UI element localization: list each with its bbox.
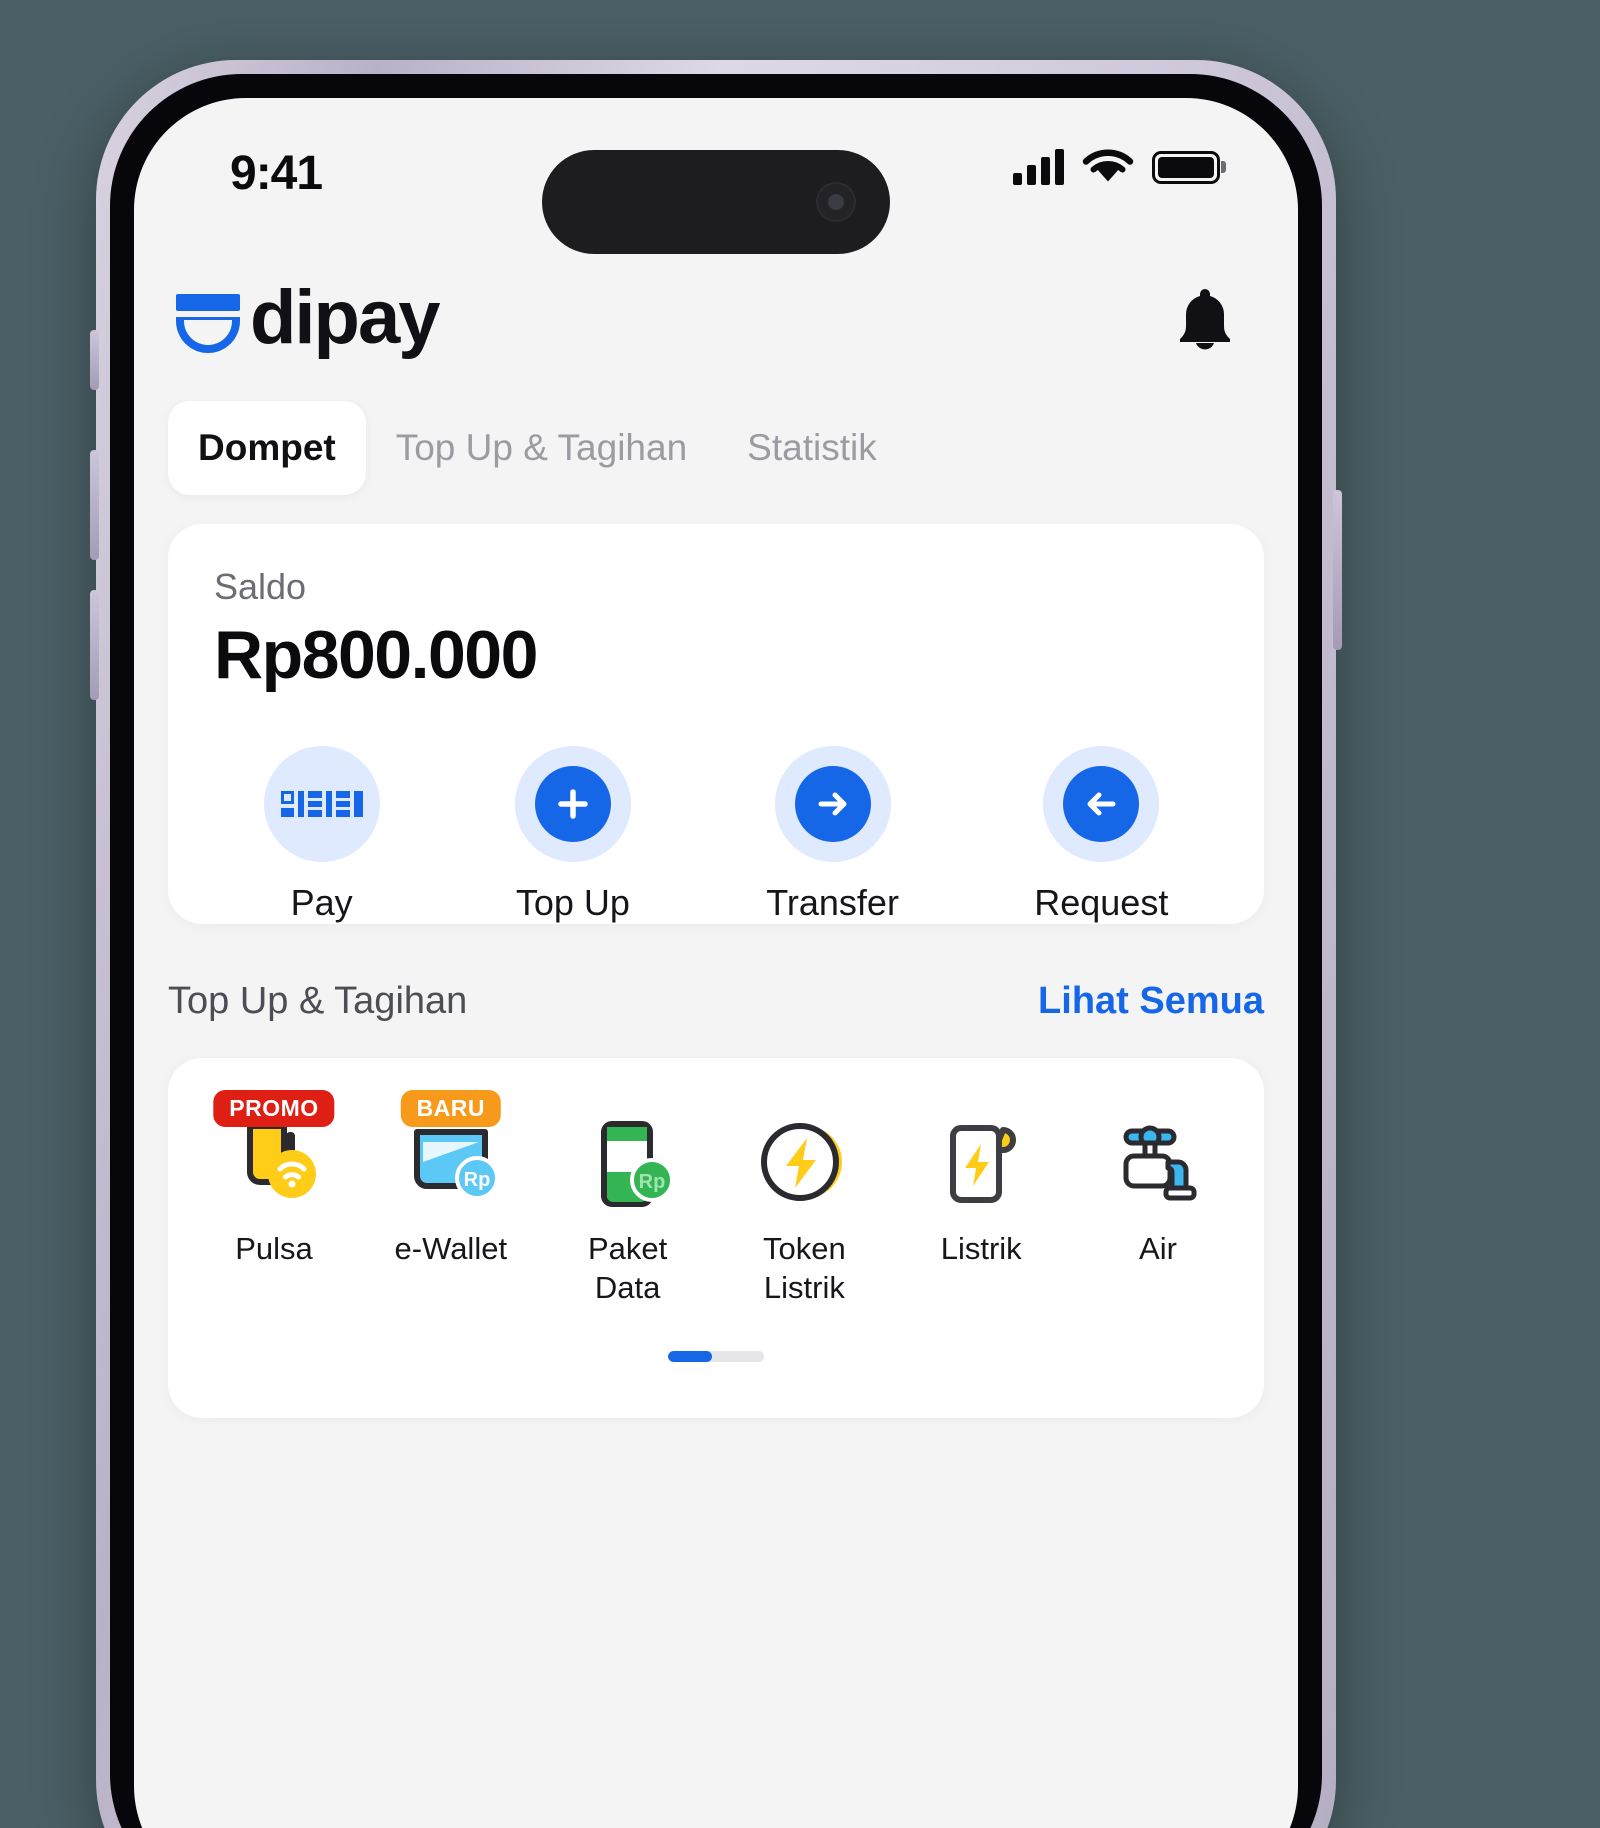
service-label: Paket Data (587, 1231, 668, 1305)
action-label: Top Up (515, 882, 630, 923)
action-topup[interactable]: Top Up (514, 746, 631, 924)
water-tap-icon (1106, 1112, 1210, 1216)
see-all-link[interactable]: Lihat Semua (1038, 980, 1264, 1023)
dynamic-island (542, 150, 890, 254)
service-label: Air (1139, 1231, 1177, 1266)
carousel-page-indicator[interactable] (668, 1351, 764, 1362)
services-card: PROMO Pulsa BARU Rp e-Wallet Rp Paket Da… (168, 1058, 1264, 1418)
volume-up-button[interactable] (90, 450, 99, 560)
section-title: Top Up & Tagihan (168, 979, 468, 1022)
volume-down-button[interactable] (90, 590, 99, 700)
service-label: e-Wallet (394, 1231, 508, 1266)
transfer-icon-badge (794, 766, 871, 842)
phone-data-icon: Rp (576, 1112, 680, 1216)
topup-icon-circle (514, 746, 631, 862)
balance-amount: Rp800.000 (214, 617, 538, 693)
wallet-rupiah-icon: Rp (399, 1112, 503, 1216)
front-camera-icon (816, 182, 856, 222)
battery-icon (1152, 150, 1220, 184)
qris-icon (280, 791, 363, 817)
action-label: Request (1034, 882, 1169, 923)
transfer-icon-circle (774, 746, 891, 862)
service-label: Pulsa (235, 1231, 313, 1266)
screenshot-root: 9:41 dipay Dompet Top Up & Tagihan Stati… (0, 0, 1600, 1828)
baru-badge: BARU (400, 1090, 502, 1127)
action-label: Transfer (766, 882, 899, 923)
action-pay[interactable]: Pay (263, 746, 380, 924)
bell-icon[interactable] (1174, 285, 1236, 351)
service-item-pulsa[interactable]: PROMO Pulsa (200, 1090, 348, 1308)
tab-bar: Dompet Top Up & Tagihan Statistik (168, 398, 1264, 498)
brand-logo: dipay (170, 275, 440, 360)
phone-signal-icon (222, 1112, 326, 1216)
tab-statistik[interactable]: Statistik (717, 401, 907, 495)
service-item-air[interactable]: Air (1084, 1094, 1232, 1308)
service-item-listrik[interactable]: Listrik (907, 1094, 1055, 1308)
balance-label: Saldo (214, 566, 307, 607)
plus-icon (558, 789, 588, 819)
power-button[interactable] (1333, 490, 1342, 650)
action-transfer[interactable]: Transfer (766, 746, 899, 924)
arrow-left-icon (1087, 792, 1116, 816)
service-label: Token Listrik (763, 1231, 846, 1305)
action-label: Pay (290, 882, 353, 923)
topup-icon-badge (534, 766, 611, 842)
tab-topup-tagihan[interactable]: Top Up & Tagihan (366, 401, 717, 495)
tab-dompet[interactable]: Dompet (168, 401, 366, 495)
dipay-logo-icon (176, 294, 240, 353)
electric-token-icon (752, 1112, 856, 1216)
svg-text:Rp: Rp (463, 1169, 490, 1191)
service-item-ewallet[interactable]: BARU Rp e-Wallet (377, 1090, 525, 1308)
status-indicators (1013, 148, 1220, 186)
action-request[interactable]: Request (1034, 746, 1168, 924)
electric-bill-icon (929, 1112, 1033, 1216)
mute-switch[interactable] (90, 330, 99, 390)
arrow-right-icon (818, 792, 847, 816)
quick-actions: Pay Top Up Transfer Request (168, 746, 1264, 924)
wifi-icon (1082, 149, 1134, 182)
pay-icon-circle (263, 746, 380, 862)
request-icon-badge (1063, 766, 1140, 842)
services-row: PROMO Pulsa BARU Rp e-Wallet Rp Paket Da… (168, 1090, 1264, 1308)
brand-name: dipay (250, 275, 440, 360)
service-label: Listrik (940, 1231, 1022, 1266)
balance-card: Saldo Rp800.000 Pay Top Up Transfer Requ… (168, 524, 1264, 924)
request-icon-circle (1043, 746, 1160, 862)
promo-badge: PROMO (213, 1090, 335, 1127)
svg-text:Rp: Rp (638, 1171, 665, 1193)
services-section-header: Top Up & Tagihan Lihat Semua (168, 970, 1264, 1032)
service-item-paket-data[interactable]: Rp Paket Data (554, 1094, 702, 1308)
phone-screen: 9:41 dipay Dompet Top Up & Tagihan Stati… (134, 98, 1298, 1828)
service-item-token-listrik[interactable]: Token Listrik (730, 1094, 878, 1308)
status-time: 9:41 (230, 147, 323, 200)
app-header: dipay (134, 258, 1298, 378)
cellular-signal-icon (1013, 149, 1064, 185)
